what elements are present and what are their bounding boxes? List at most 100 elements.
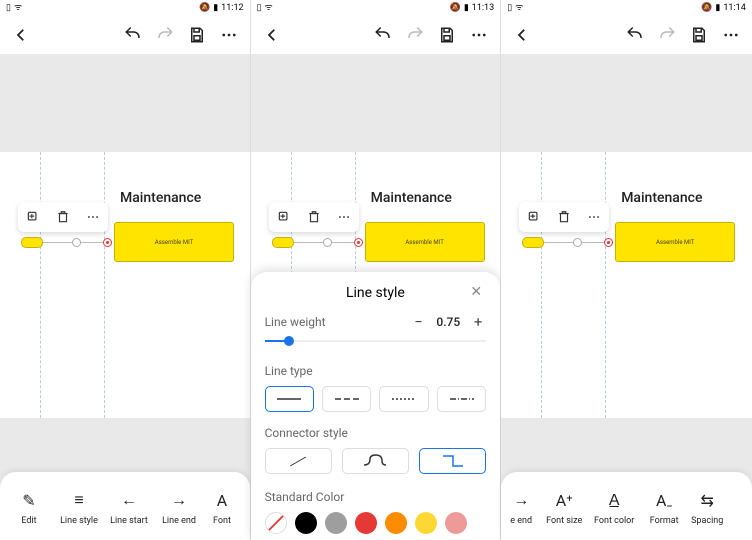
canvas[interactable]: Maintenance Assemble MIT — [0, 54, 250, 540]
line-type-options — [265, 386, 487, 412]
start-node[interactable] — [522, 237, 544, 248]
column-header: Maintenance — [120, 190, 201, 206]
redo-button[interactable] — [654, 22, 680, 48]
undo-button[interactable] — [370, 22, 396, 48]
tool-line-end[interactable]: →Line end — [154, 488, 204, 526]
standard-color-label: Standard Color — [265, 490, 487, 504]
connector-handle-selected[interactable] — [604, 238, 613, 247]
color-black[interactable] — [295, 512, 317, 534]
tool-font-size[interactable]: A⁺Font size — [539, 488, 589, 526]
wifi-icon: ᯤ — [515, 4, 523, 13]
duplicate-button[interactable] — [22, 206, 44, 228]
canvas[interactable]: Maintenance Assemble MIT — [501, 54, 752, 540]
start-node[interactable] — [21, 237, 43, 248]
edit-icon: ✎ — [22, 488, 35, 512]
redo-button[interactable] — [152, 22, 178, 48]
line-style-icon: ≡ — [74, 488, 83, 512]
connector-handle[interactable] — [72, 238, 81, 247]
duplicate-button[interactable] — [523, 206, 545, 228]
pane-1: ▯ ᯤ 🔕 ▮ 11:12 — [0, 0, 251, 540]
delete-button[interactable] — [52, 206, 74, 228]
connector-handle[interactable] — [323, 238, 332, 247]
save-button[interactable] — [184, 22, 210, 48]
task-node[interactable]: Assemble MIT — [114, 222, 234, 262]
battery-icon: ▮ — [715, 4, 720, 13]
back-button[interactable] — [259, 22, 285, 48]
tool-font-color[interactable]: A̲Font color — [589, 488, 639, 526]
top-bar — [251, 16, 501, 54]
line-type-solid[interactable] — [265, 386, 314, 412]
task-node[interactable]: Assemble MIT — [365, 222, 485, 262]
line-type-dash-short[interactable] — [379, 386, 428, 412]
back-button[interactable] — [509, 22, 535, 48]
color-pink[interactable] — [445, 512, 467, 534]
clock: 11:14 — [723, 3, 745, 13]
battery-icon: ▮ — [213, 4, 218, 13]
save-button[interactable] — [686, 22, 712, 48]
connector-options — [265, 448, 487, 474]
context-more-button[interactable] — [333, 206, 355, 228]
silent-icon: 🔕 — [450, 4, 461, 13]
connector-curved[interactable] — [342, 448, 409, 474]
weight-minus-button[interactable]: − — [410, 314, 426, 330]
top-bar — [0, 16, 250, 54]
color-orange[interactable] — [385, 512, 407, 534]
more-button[interactable] — [718, 22, 744, 48]
tool-format[interactable]: A₋Format — [639, 488, 689, 526]
undo-button[interactable] — [120, 22, 146, 48]
tool-font[interactable]: AFont — [204, 488, 240, 526]
line-type-dash-long[interactable] — [322, 386, 371, 412]
weight-plus-button[interactable]: + — [470, 314, 486, 330]
status-bar: ▯ ᯤ 🔕 ▮ 11:12 — [0, 0, 250, 16]
save-button[interactable] — [434, 22, 460, 48]
task-node[interactable]: Assemble MIT — [615, 222, 735, 262]
duplicate-button[interactable] — [273, 206, 295, 228]
wifi-icon: ᯤ — [14, 4, 22, 13]
connector-orthogonal[interactable] — [419, 448, 486, 474]
undo-button[interactable] — [622, 22, 648, 48]
connector-style-label: Connector style — [265, 426, 487, 440]
delete-button[interactable] — [303, 206, 325, 228]
column-header: Maintenance — [371, 190, 452, 206]
line-type-label: Line type — [265, 364, 487, 378]
context-toolbar — [18, 202, 108, 232]
connector-straight[interactable] — [265, 448, 332, 474]
top-bar — [501, 16, 752, 54]
context-more-button[interactable] — [583, 206, 605, 228]
start-node[interactable] — [272, 237, 294, 248]
clock: 11:12 — [221, 3, 243, 13]
font-icon: A — [217, 488, 227, 512]
color-red[interactable] — [355, 512, 377, 534]
line-style-modal: Line style ✕ Line weight − 0.75 + Line t… — [251, 272, 501, 540]
bottom-toolstrip: ✎Edit ≡Line style ←Line start →Line end … — [0, 472, 250, 540]
context-more-button[interactable] — [82, 206, 104, 228]
tool-line-start[interactable]: ←Line start — [104, 488, 154, 526]
tool-line-style[interactable]: ≡Line style — [54, 488, 104, 526]
wifi-icon: ᯤ — [265, 4, 273, 13]
battery-icon: ▮ — [464, 4, 469, 13]
line-end-icon: → — [171, 488, 187, 512]
delete-button[interactable] — [553, 206, 575, 228]
more-button[interactable] — [216, 22, 242, 48]
tool-line-end[interactable]: →e end — [503, 488, 539, 526]
more-button[interactable] — [466, 22, 492, 48]
content-icon: ▯ — [6, 4, 11, 13]
connector-handle[interactable] — [573, 238, 582, 247]
connector-handle-selected[interactable] — [354, 238, 363, 247]
line-end-icon: → — [513, 488, 529, 512]
close-button[interactable]: ✕ — [466, 282, 486, 302]
color-none[interactable] — [265, 512, 287, 534]
tool-edit[interactable]: ✎Edit — [4, 488, 54, 526]
back-button[interactable] — [8, 22, 34, 48]
color-grey[interactable] — [325, 512, 347, 534]
redo-button[interactable] — [402, 22, 428, 48]
color-yellow[interactable] — [415, 512, 437, 534]
silent-icon: 🔕 — [199, 4, 210, 13]
silent-icon: 🔕 — [701, 4, 712, 13]
line-type-dash-dot[interactable] — [437, 386, 486, 412]
status-bar: ▯ ᯤ 🔕 ▮ 11:13 — [251, 0, 501, 16]
connector-handle-selected[interactable] — [103, 238, 112, 247]
tool-spacing[interactable]: ⇆Spacing — [689, 488, 725, 526]
color-row — [265, 512, 487, 534]
weight-slider[interactable] — [265, 332, 487, 350]
